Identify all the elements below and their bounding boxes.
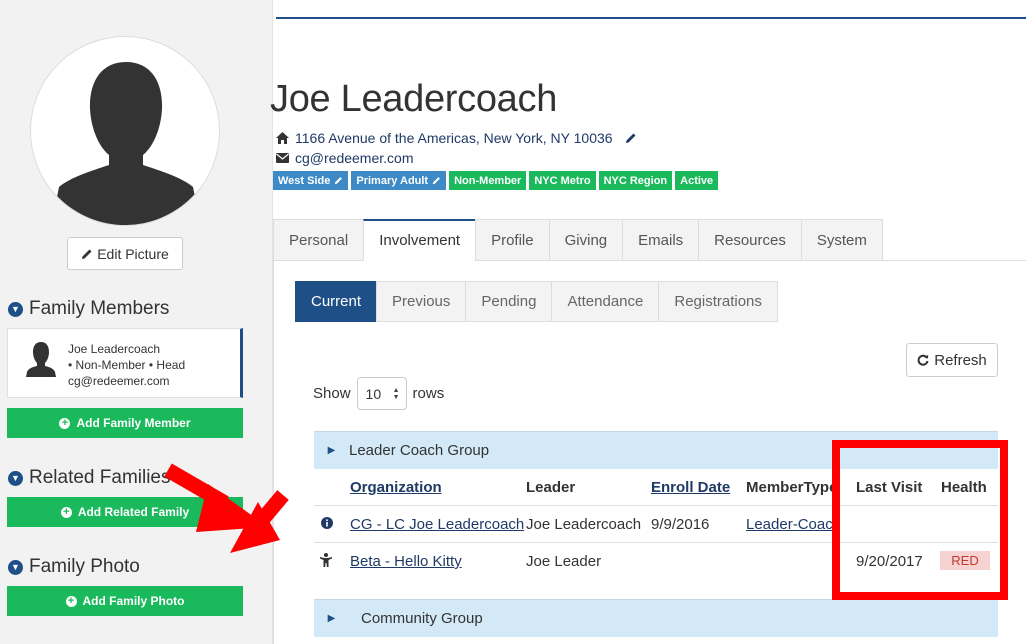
annotation-arrows bbox=[164, 463, 289, 553]
